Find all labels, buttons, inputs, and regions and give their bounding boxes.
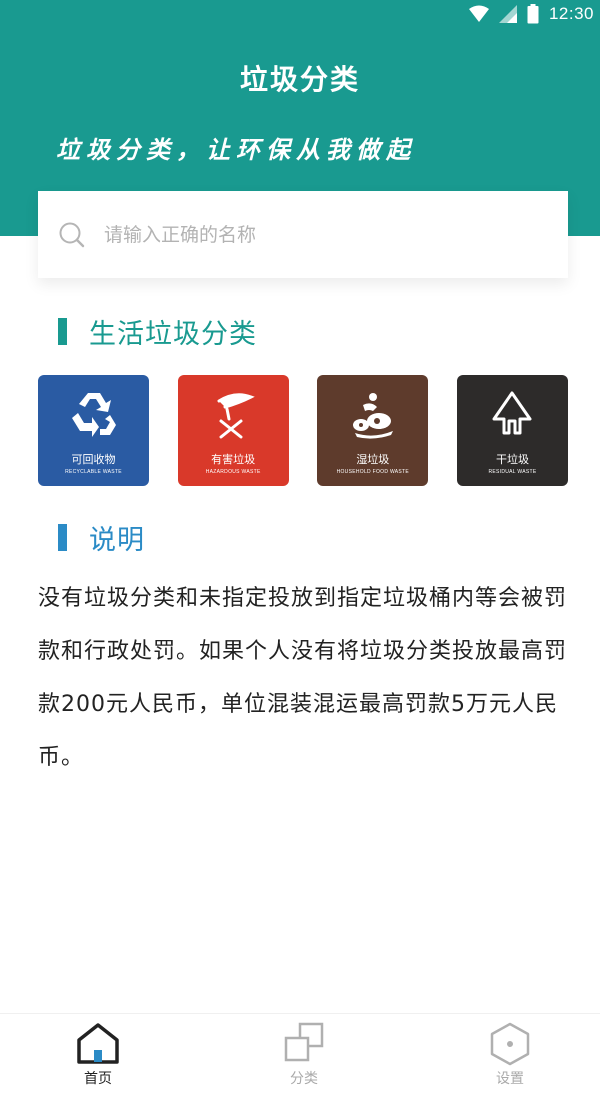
category-hazardous[interactable]: 有害垃圾 HAZARDOUS WASTE xyxy=(177,375,289,486)
hazard-icon xyxy=(217,393,255,439)
category-icon xyxy=(284,1022,324,1062)
section-title-categories: 生活垃圾分类 xyxy=(58,312,257,351)
search-input[interactable] xyxy=(104,223,524,246)
category-residual[interactable]: 干垃圾 RESIDUAL WASTE xyxy=(456,375,568,486)
search-icon xyxy=(59,222,85,247)
category-name-en: RESIDUAL WASTE xyxy=(488,469,537,475)
nav-home[interactable]: 首页 xyxy=(58,1014,138,1093)
section-title-text: 生活垃圾分类 xyxy=(89,319,257,350)
nav-settings[interactable]: 设置 xyxy=(470,1014,550,1093)
description-text: 没有垃圾分类和未指定投放到指定垃圾桶内等会被罚款和行政处罚。如果个人没有将垃圾分… xyxy=(38,586,568,770)
battery-icon xyxy=(527,4,539,24)
category-name: 湿垃圾 xyxy=(356,453,390,466)
home-icon xyxy=(77,1023,119,1064)
settings-icon xyxy=(490,1022,530,1066)
search-bar[interactable] xyxy=(38,191,568,278)
category-name-en: RECYCLABLE WASTE xyxy=(65,469,122,475)
category-name: 可回收物 xyxy=(71,453,116,466)
bottom-nav: 首页 分类 设置 xyxy=(0,1013,600,1093)
section-marker xyxy=(58,524,67,551)
food-waste-icon xyxy=(352,393,393,439)
nav-label: 分类 xyxy=(290,1071,318,1087)
category-food-waste[interactable]: 湿垃圾 HOUSEHOLD FOOD WASTE xyxy=(317,375,429,486)
section-title-text: 说明 xyxy=(89,525,145,556)
wifi-icon xyxy=(468,5,489,22)
category-name: 干垃圾 xyxy=(495,453,529,466)
category-name-en: HAZARDOUS WASTE xyxy=(205,469,261,475)
nav-label: 首页 xyxy=(84,1071,112,1087)
section-marker xyxy=(58,318,67,345)
page-title: 垃圾分类 xyxy=(239,63,360,96)
status-time: 12:30 xyxy=(548,4,594,23)
recycle-icon xyxy=(71,393,116,437)
signal-icon xyxy=(498,5,517,23)
category-name: 有害垃圾 xyxy=(211,453,256,466)
nav-label: 设置 xyxy=(496,1071,524,1087)
category-grid: 可回收物 RECYCLABLE WASTE 有害垃圾 HAZARDOUS WAS… xyxy=(38,375,568,486)
slogan: 垃圾分类，让环保从我做起 xyxy=(56,135,416,164)
category-recyclable[interactable]: 可回收物 RECYCLABLE WASTE xyxy=(38,375,149,486)
nav-category[interactable]: 分类 xyxy=(264,1014,344,1093)
status-bar: 12:30 xyxy=(0,0,600,32)
section-title-description: 说明 xyxy=(58,518,145,557)
residual-waste-icon xyxy=(492,391,532,435)
category-name-en: HOUSEHOLD FOOD WASTE xyxy=(336,469,410,475)
